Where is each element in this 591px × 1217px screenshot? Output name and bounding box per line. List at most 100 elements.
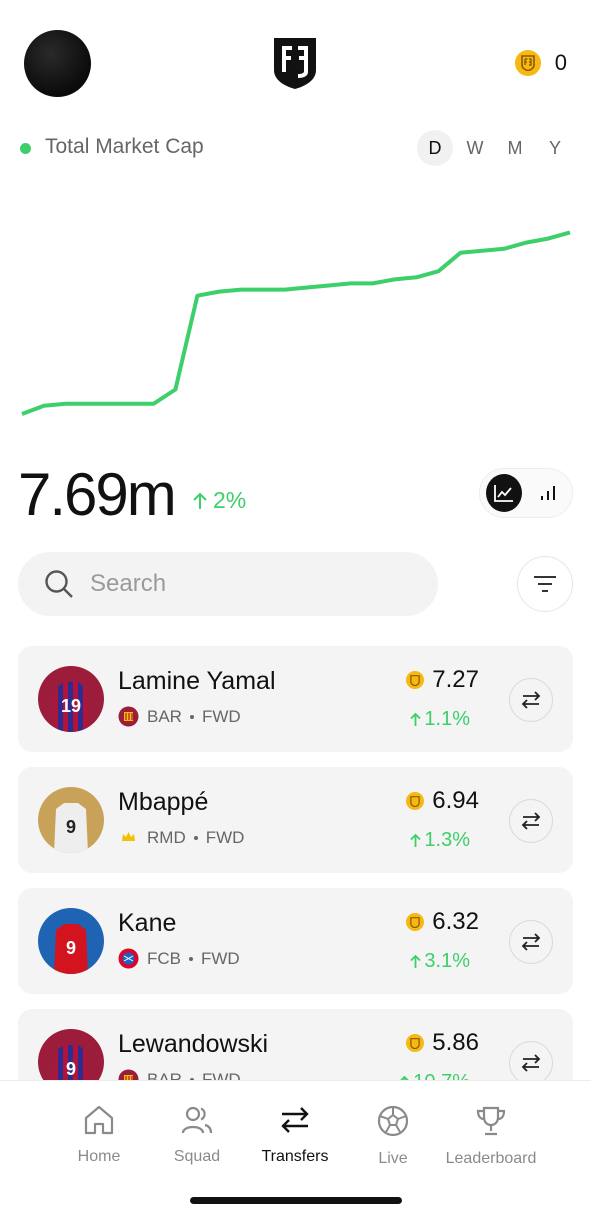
svg-text:9: 9 [66,938,76,958]
transfer-icon [521,933,541,951]
coin-icon [514,50,541,76]
player-meta: FCB FWD [118,948,240,969]
coin-icon [406,913,425,931]
player-meta: BAR FWD [118,1069,241,1080]
arrow-up-icon [410,712,422,726]
search-placeholder: Search [90,570,167,597]
transfer-icon [279,1105,311,1140]
market-change-value: 2% [213,487,247,513]
transfer-icon [521,812,541,830]
svg-text:19: 19 [61,696,81,716]
nav-home[interactable]: Home [49,1105,149,1166]
market-change: 2% [193,487,246,514]
player-price-value: 5.86 [432,1029,479,1056]
transfer-button[interactable] [509,920,553,964]
player-card[interactable]: 9 Lewandowski BAR FWD 5.86 10.7% [18,1009,573,1080]
player-name: Lamine Yamal [118,667,276,695]
arrow-up-icon [410,954,422,968]
chart-type-toggle [479,468,573,518]
player-club: BAR [147,1069,182,1081]
profile-avatar[interactable] [24,30,91,97]
player-change-value: 1.1% [424,708,470,730]
club-badge-icon [118,1069,139,1080]
player-card[interactable]: 9 Kane FCB FWD 6.32 3.1% [18,888,573,994]
nav-label: Leaderboard [445,1150,537,1167]
coin-icon [406,1034,425,1052]
nav-transfers[interactable]: Transfers [245,1105,345,1166]
meta-separator [189,714,194,719]
bar-chart-button[interactable] [530,474,566,512]
player-name: Lewandowski [118,1030,269,1058]
line-chart-icon [494,485,513,502]
player-card[interactable]: 19 Lamine Yamal BAR FWD 7.27 1.1% [18,646,573,752]
arrow-up-icon [193,492,207,509]
transfer-button[interactable] [509,678,553,722]
live-dot [20,143,31,154]
market-value-row: 7.69m 2% [18,460,573,530]
search-input[interactable]: Search [18,552,438,616]
club-badge-icon [118,948,139,969]
transfer-button[interactable] [509,1041,553,1080]
home-indicator [190,1197,402,1204]
period-w[interactable]: W [457,130,493,166]
period-d[interactable]: D [417,130,453,166]
player-club: RMD [147,827,186,847]
period-m[interactable]: M [497,130,533,166]
nav-live[interactable]: Live [343,1105,443,1168]
player-position: FWD [201,948,240,968]
home-icon [83,1105,115,1140]
transfer-button[interactable] [509,799,553,843]
player-kit-image: 9 [38,1029,104,1080]
player-list: 19 Lamine Yamal BAR FWD 7.27 1.1% 9 Mbappé RMD FW… [18,646,573,1080]
coin-count: 0 [554,50,567,75]
nav-label: Squad [173,1148,221,1165]
period-y[interactable]: Y [537,130,573,166]
svg-text:9: 9 [66,817,76,837]
coin-icon [406,792,425,810]
club-badge-icon [118,706,139,727]
svg-text:9: 9 [66,1059,76,1079]
market-cap-title: Total Market Cap [45,135,204,158]
trophy-icon [475,1105,507,1142]
player-kit-image: 9 [38,787,104,853]
nav-label: Home [77,1148,121,1165]
nav-leaderboard[interactable]: Leaderboard [441,1105,541,1168]
player-change: 1.3% [410,829,470,852]
transfer-icon [521,1054,541,1072]
player-price: 5.86 [406,1029,479,1057]
line-chart-button[interactable] [486,474,522,512]
meta-separator [193,835,198,840]
player-price: 6.94 [406,787,479,815]
ball-icon [377,1105,409,1142]
player-change-value: 3.1% [424,950,470,972]
player-change-value: 1.3% [424,829,470,851]
bar-chart-icon [541,486,555,500]
top-header: 0 [0,0,591,125]
app-logo-icon [274,38,316,89]
player-name: Kane [118,909,177,937]
nav-label: Transfers [261,1148,329,1165]
arrow-up-icon [410,833,422,847]
player-position: FWD [205,827,245,847]
coin-balance[interactable]: 0 [514,50,567,76]
player-position: FWD [201,706,241,726]
player-price-value: 6.94 [432,787,479,814]
market-cap-value: 7.69m [18,461,177,528]
transfer-icon [521,691,541,709]
meta-separator [189,956,193,961]
player-change: 10.7% [399,1071,470,1080]
player-change: 1.1% [410,708,470,731]
market-cap-header: Total Market Cap DWMY [18,128,573,168]
player-meta: RMD FWD [118,827,244,848]
nav-squad[interactable]: Squad [147,1105,247,1166]
search-icon [45,570,73,598]
filter-button[interactable] [517,556,573,612]
player-price-value: 6.32 [432,908,479,935]
player-name: Mbappé [118,788,209,816]
player-kit-image: 9 [38,908,104,974]
player-card[interactable]: 9 Mbappé RMD FWD 6.94 1.3% [18,767,573,873]
player-meta: BAR FWD [118,706,241,727]
player-change: 3.1% [410,950,470,973]
filter-icon [534,576,556,592]
chart-series-line [21,230,571,416]
